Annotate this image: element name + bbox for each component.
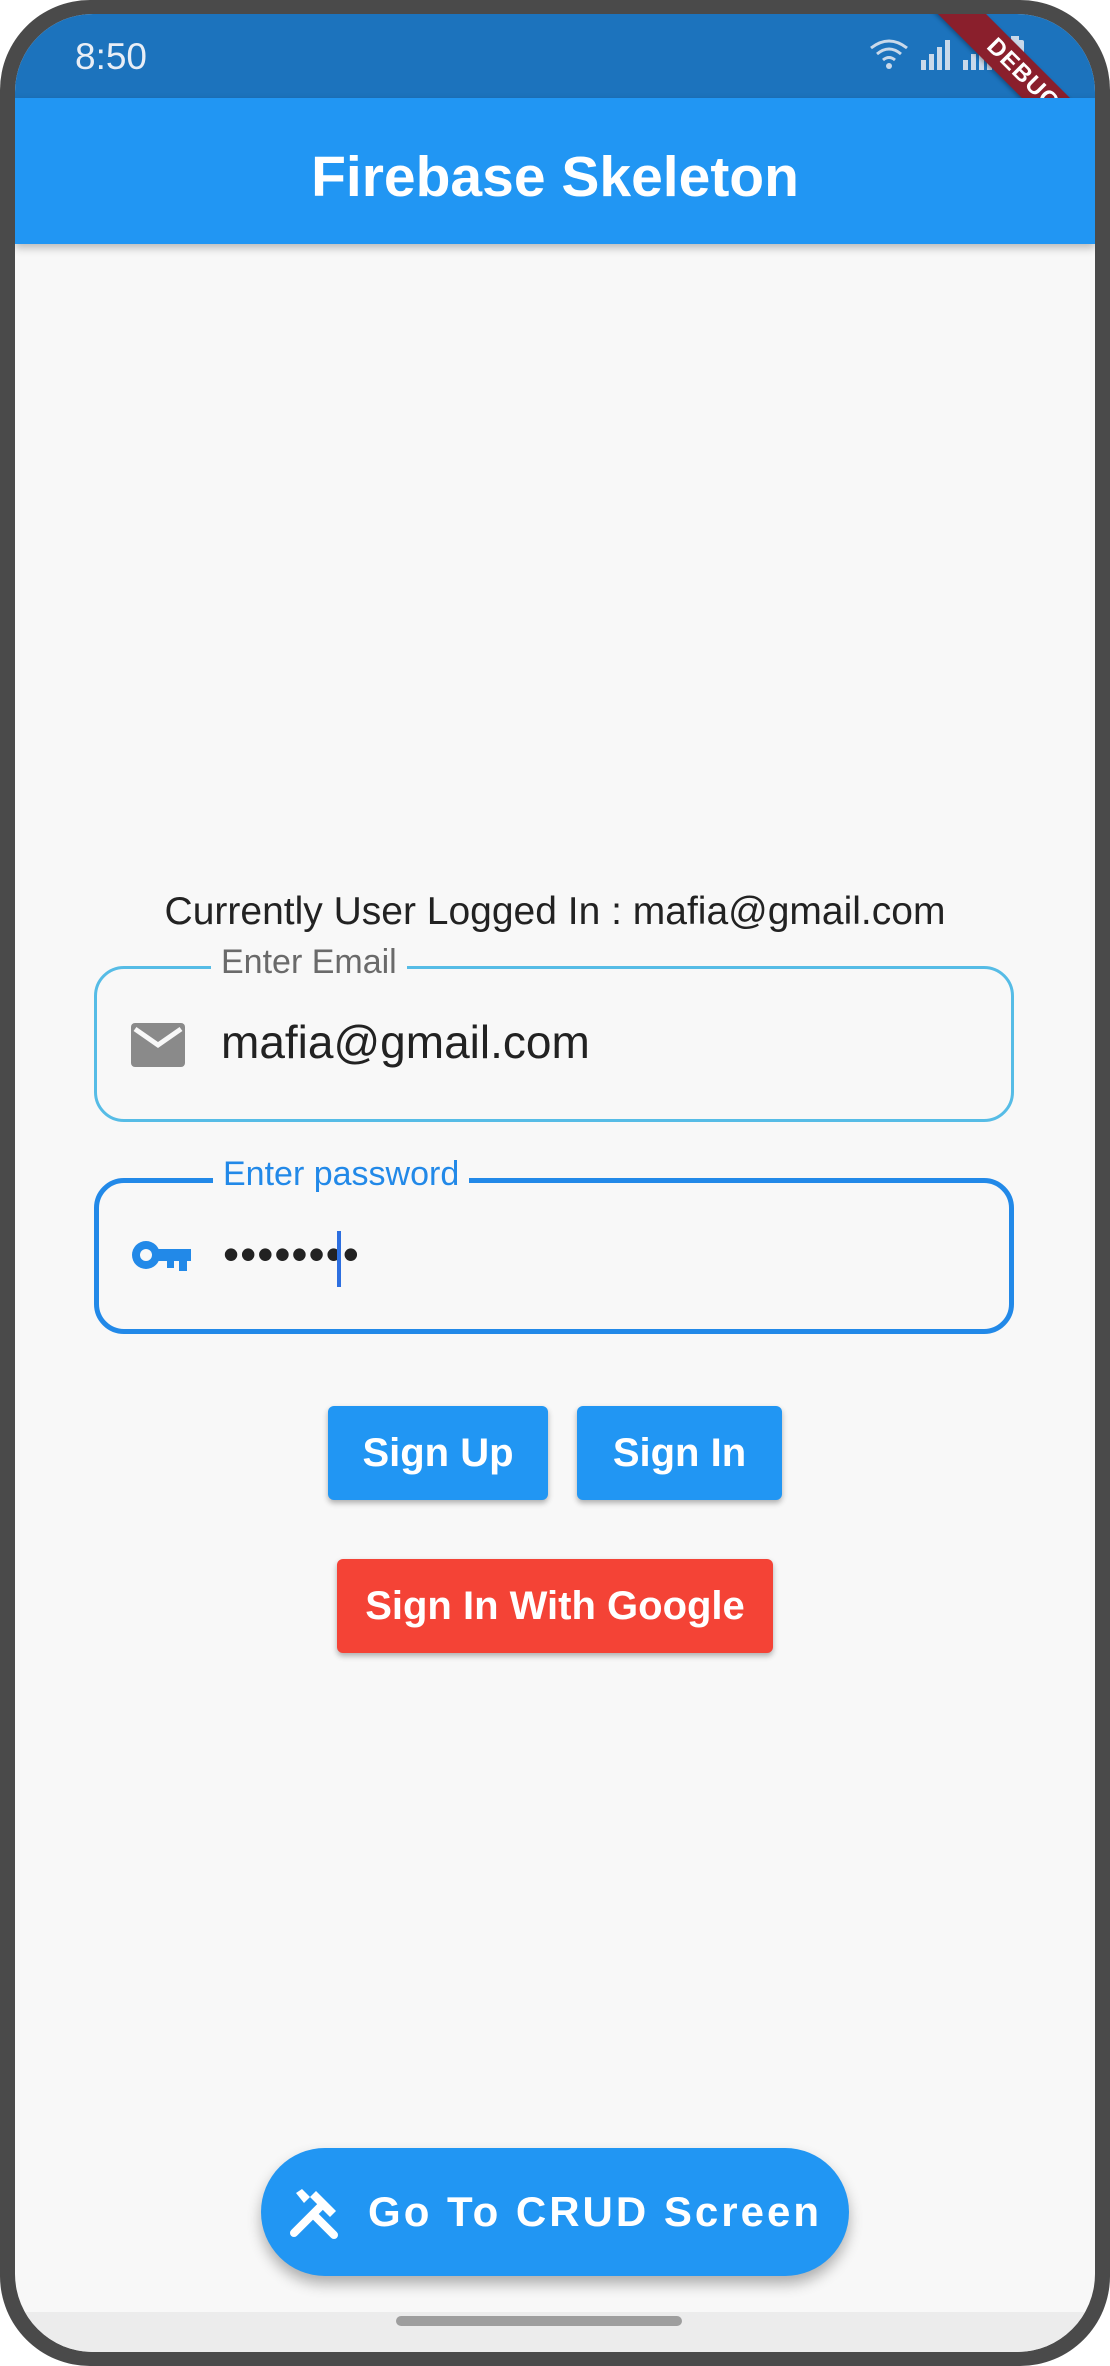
key-icon <box>132 1241 191 1271</box>
email-field-value: mafia@gmail.com <box>221 1016 590 1068</box>
tools-icon <box>290 2189 339 2239</box>
device-frame: 8:50 DEBUG Firebase Skeleton Currently U… <box>0 0 1110 2366</box>
screen: 8:50 DEBUG Firebase Skeleton Currently U… <box>15 14 1095 2352</box>
text-cursor <box>337 1231 341 1287</box>
home-indicator[interactable] <box>396 2316 682 2326</box>
sign-up-button[interactable]: Sign Up <box>328 1406 548 1500</box>
crud-screen-fab[interactable]: Go To CRUD Screen <box>261 2148 849 2276</box>
email-field-label: Enter Email <box>211 941 407 983</box>
wifi-icon <box>870 39 908 69</box>
email-field[interactable]: Enter Email mafia@gmail.com <box>94 941 1014 1122</box>
google-sign-in-button[interactable]: Sign In With Google <box>337 1559 773 1653</box>
signal-icon <box>921 40 950 70</box>
password-field-label: Enter password <box>213 1153 470 1195</box>
status-time: 8:50 <box>75 36 148 77</box>
status-bar: 8:50 DEBUG <box>15 14 1095 179</box>
mail-icon <box>131 1023 185 1067</box>
sign-in-button[interactable]: Sign In <box>577 1406 782 1500</box>
crud-screen-fab-label: Go To CRUD Screen <box>368 2188 822 2235</box>
app-title: Firebase Skeleton <box>311 145 799 209</box>
app-bar: Firebase Skeleton <box>15 98 1095 244</box>
password-field[interactable]: Enter password •••••••• <box>94 1153 1014 1334</box>
logged-in-status: Currently User Logged In : mafia@gmail.c… <box>164 890 946 933</box>
